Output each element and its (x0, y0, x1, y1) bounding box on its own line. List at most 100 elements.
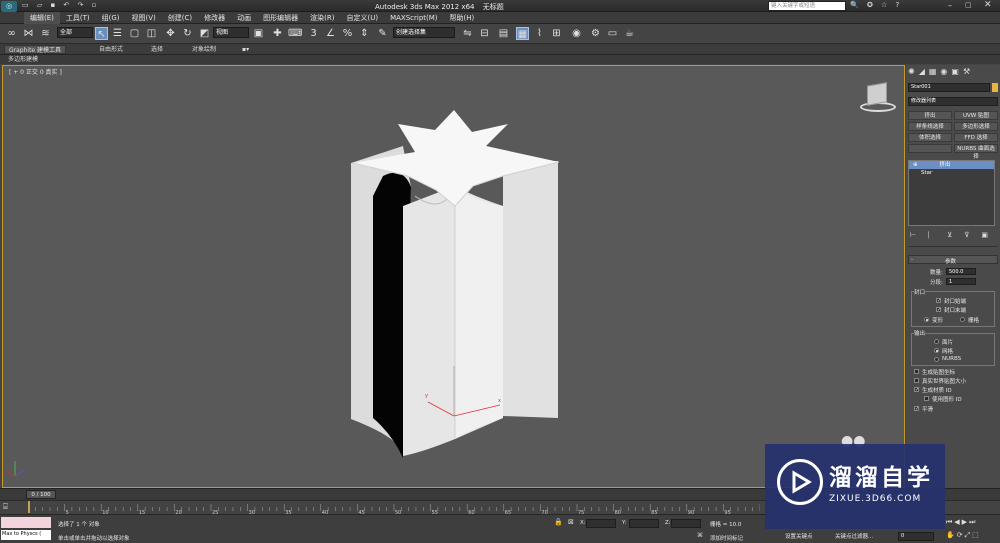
window-crossing-icon[interactable]: ◫ (145, 27, 158, 40)
graphite-toggle-icon[interactable]: ▦ (516, 27, 529, 40)
keyboard-shortcut-icon[interactable]: ⌨ (288, 27, 302, 40)
angle-snap-icon[interactable]: ∠ (324, 27, 337, 40)
key-filters-button[interactable]: 关键点过滤器... (835, 532, 873, 540)
infocenter-icons[interactable]: 🔍 ✪ ☆ ? (850, 1, 902, 9)
select-object-icon[interactable]: ↖ (95, 27, 108, 40)
search-input[interactable]: 键入关键字或短语 (768, 1, 846, 11)
rendered-frame-icon[interactable]: ▭ (606, 27, 619, 40)
select-by-name-icon[interactable]: ☰ (111, 27, 124, 40)
menu-item-5[interactable]: 修改器 (198, 12, 231, 24)
expand-icon[interactable]: ⊕ (913, 162, 919, 168)
modifier-button-1[interactable]: UVW 贴图 (954, 111, 998, 120)
manipulate-icon[interactable]: ✚ (271, 27, 284, 40)
menu-item-8[interactable]: 渲染(R) (304, 12, 340, 24)
menu-item-0[interactable]: 编辑(E) (24, 12, 60, 24)
gen-map-coords-checkbox[interactable] (914, 369, 919, 374)
link-icon[interactable]: ∞ (5, 27, 18, 40)
modifier-list-dropdown[interactable]: 修改器列表 (908, 97, 998, 106)
use-shape-ids-checkbox[interactable] (924, 396, 929, 401)
align-icon[interactable]: ⊟ (478, 27, 491, 40)
amount-input[interactable]: 500.0 (946, 268, 976, 275)
cap-end-checkbox[interactable]: ✓ (936, 307, 941, 313)
modifier-button-7[interactable]: NURBS 曲面选择 (954, 144, 998, 160)
menu-item-9[interactable]: 自定义(U) (340, 12, 384, 24)
ribbon-options-icon[interactable]: ▪▾ (238, 45, 253, 54)
mirror-icon[interactable]: ⇋ (461, 27, 474, 40)
selection-filter-dropdown[interactable]: 全部 (57, 27, 93, 38)
x-coord-field[interactable] (586, 519, 616, 528)
lock-selection-icon[interactable]: 🔒 (554, 518, 563, 526)
stack-item[interactable]: Star (909, 169, 994, 177)
stack-item[interactable]: ⊕ 挤出 (909, 161, 994, 169)
perspective-viewport[interactable]: [ + 0 正交 0 真实 ] y x ●● (2, 65, 905, 488)
mesh-radio[interactable] (934, 348, 939, 353)
params-rollout-header[interactable]: - 参数 (908, 255, 998, 265)
move-icon[interactable]: ✥ (164, 27, 177, 40)
stack-controls[interactable]: ⊢⎸⊻⊽▣ (910, 231, 996, 240)
rotate-icon[interactable]: ↻ (181, 27, 194, 40)
nurbs-radio[interactable] (934, 357, 939, 362)
bind-spacewarp-icon[interactable]: ≋ (39, 27, 52, 40)
render-setup-icon[interactable]: ⚙ (589, 27, 602, 40)
coord-system-dropdown[interactable]: 视图 (213, 27, 249, 38)
segments-input[interactable]: 1 (946, 278, 976, 285)
modifier-button-4[interactable]: 体积选择 (908, 133, 952, 142)
modifier-button-0[interactable]: 挤出 (908, 111, 952, 120)
add-time-tag-button[interactable]: 添加时间标记 (710, 534, 743, 542)
viewport-nav-controls[interactable]: ✋⟳⤢⬚ (946, 531, 998, 540)
ribbon-tab-freeform[interactable]: 自由形式 (95, 45, 127, 54)
spinner-snap-icon[interactable]: ⇕ (358, 27, 371, 40)
patch-radio[interactable] (934, 339, 939, 344)
app-logo-icon[interactable]: ◎ (1, 1, 17, 12)
command-panel-tabs[interactable]: ✺◢▦◉▣⚒ (908, 67, 998, 78)
ribbon-tab-graphite[interactable]: Graphite 建模工具 (4, 45, 67, 54)
maxscript-input[interactable]: Max to Physcs ( (1, 530, 51, 540)
menu-item-1[interactable]: 工具(T) (60, 12, 96, 24)
grid-radio[interactable] (960, 317, 965, 322)
modifier-button-6[interactable] (908, 144, 952, 153)
modifier-button-3[interactable]: 多边形选择 (954, 122, 998, 131)
modifier-button-2[interactable]: 样条线选择 (908, 122, 952, 131)
snap-toggle-icon[interactable]: 3 (307, 27, 320, 40)
object-name-field[interactable]: Star001 (908, 83, 990, 92)
maxscript-listener[interactable] (1, 517, 51, 528)
menu-item-2[interactable]: 组(G) (96, 12, 126, 24)
minimize-button[interactable]: – (948, 1, 952, 10)
time-tag-icon[interactable]: ⌘ (697, 532, 703, 539)
object-color-swatch[interactable] (992, 83, 998, 92)
scale-icon[interactable]: ◩ (198, 27, 211, 40)
curve-editor-icon[interactable]: ⌇ (533, 27, 546, 40)
real-world-map-checkbox[interactable] (914, 378, 919, 383)
smooth-checkbox[interactable]: ✓ (914, 406, 919, 412)
viewcube-icon[interactable] (858, 80, 896, 114)
morph-radio[interactable] (924, 317, 929, 322)
schematic-view-icon[interactable]: ⊞ (550, 27, 563, 40)
absolute-mode-icon[interactable]: ⊠ (568, 518, 574, 526)
maximize-button[interactable]: ▢ (965, 1, 972, 9)
current-frame-field[interactable]: 0 (898, 532, 934, 541)
mini-curve-editor-icon[interactable]: ⌸ (3, 502, 17, 512)
set-key-button[interactable]: 设置关键点 (785, 532, 813, 540)
cap-start-checkbox[interactable]: ✓ (936, 298, 941, 304)
modifier-stack[interactable]: ⊕ 挤出 Star (908, 160, 995, 226)
layer-manager-icon[interactable]: ▤ (497, 27, 510, 40)
menu-item-3[interactable]: 视图(V) (126, 12, 162, 24)
menu-item-10[interactable]: MAXScript(M) (384, 12, 443, 24)
time-slider[interactable]: 0 / 100 (26, 490, 56, 499)
ribbon-tab-object-paint[interactable]: 对象绘制 (188, 45, 220, 54)
ribbon-tab-selection[interactable]: 选择 (147, 45, 167, 54)
y-coord-field[interactable] (629, 519, 659, 528)
menu-item-6[interactable]: 动画 (231, 12, 257, 24)
ribbon-sub-label[interactable]: 多边形建模 (8, 55, 38, 64)
z-coord-field[interactable] (671, 519, 701, 528)
playback-controls[interactable]: ⏮◀▶⏭ (946, 518, 998, 527)
unlink-icon[interactable]: ⋈ (22, 27, 35, 40)
edit-named-sets-icon[interactable]: ✎ (376, 27, 389, 40)
menu-item-11[interactable]: 帮助(H) (444, 12, 481, 24)
named-selection-dropdown[interactable]: 创建选择集 (393, 27, 455, 38)
material-editor-icon[interactable]: ◉ (570, 27, 583, 40)
menu-item-4[interactable]: 创建(C) (162, 12, 198, 24)
quick-access-icons[interactable]: ▭ ▱ ▪ ↶ ↷ ▫ (22, 1, 99, 9)
percent-snap-icon[interactable]: % (341, 27, 354, 40)
modifier-button-5[interactable]: FFD 选择 (954, 133, 998, 142)
